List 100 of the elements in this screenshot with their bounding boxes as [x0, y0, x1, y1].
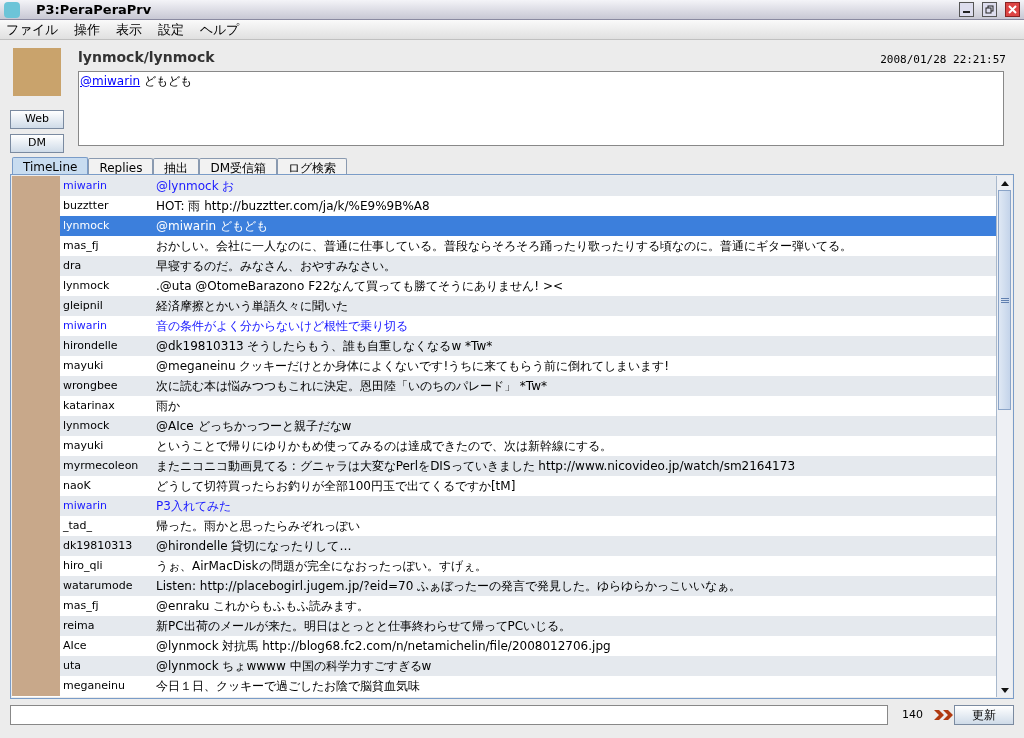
menu-item[interactable]: 操作	[72, 19, 102, 40]
tab[interactable]: TimeLine	[12, 157, 89, 174]
user-name: gleipnil	[62, 297, 104, 314]
tweet-text: 経済摩擦とかいう単語久々に聞いた	[156, 298, 348, 315]
tweet-text: どうして切符買ったらお釣りが全部100円玉で出てくるですか[tM]	[156, 478, 516, 495]
tweet-text: またニコニコ動画見てる : グニャラは大変なPerlをDISっていきました http://www.nicovideo.jp/watch/sm2164173	[156, 458, 796, 475]
user-name: dk19810313	[62, 537, 134, 554]
user-name: mayuki	[62, 357, 105, 374]
scroll-thumb[interactable]	[998, 190, 1011, 410]
user-name: myrmecoleon	[62, 457, 140, 474]
user-name: buzztter	[62, 197, 110, 214]
message-text: どもども	[144, 73, 193, 90]
user-name: lynmock	[62, 417, 111, 434]
tweet-text: 今日１日、クッキーで過ごしたお陰で脳貧血気味	[156, 678, 420, 695]
user-name: _tad_	[62, 517, 94, 534]
char-count: 140	[902, 706, 924, 723]
header-button[interactable]: Web	[10, 110, 64, 129]
tweet-text: 雨か	[156, 398, 180, 415]
tweet-text: P3入れてみた	[156, 498, 231, 515]
timeline-row[interactable]: lynmock @miwarin どもども	[12, 216, 996, 236]
tab[interactable]: Replies	[88, 158, 154, 174]
menu-item[interactable]: ファイル	[4, 19, 60, 40]
tweet-text: @lynmock お	[156, 178, 235, 195]
tab[interactable]: ログ検索	[277, 158, 348, 174]
timeline-row[interactable]: reima 新PC出荷のメールが来た。明日はとっとと仕事終わらせて帰ってPCいじる。	[12, 616, 996, 636]
tweet-text: @lynmock ちょwwww 中国の科学力すごすぎるw	[156, 658, 432, 675]
user-name: miwarin	[62, 317, 109, 334]
timeline-row[interactable]: myrmecoleon またニコニコ動画見てる : グニャラは大変なPerlをDISっていきました http://www.nicovideo.jp/watch/sm2164173	[12, 456, 996, 476]
user-name: meganeinu	[62, 677, 126, 694]
tab[interactable]: 抽出	[153, 158, 200, 174]
tweet-text: Listen: http://placebogirl.jugem.jp/?eid=70 ふぁぼったーの発言で発見した。ゆらゆらかっこいいなぁ。	[156, 578, 742, 595]
restore-button[interactable]	[982, 2, 997, 17]
close-button[interactable]	[1005, 2, 1020, 17]
tweet-text: @dk19810313 そうしたらもう、誰も自重しなくなるw *Tw*	[156, 338, 493, 355]
tweet-text: .@uta @OtomeBarazono F22なんて買っても勝てそうにありません! ><	[156, 278, 564, 295]
tweet-text: @hirondelle 貸切になったりして…	[156, 538, 352, 555]
app-icon	[4, 1, 20, 18]
tweet-text: 帰った。雨かと思ったらみぞれっぽい	[156, 518, 360, 535]
user-name: katarinax	[62, 397, 116, 414]
mention-link[interactable]: @miwarin	[80, 72, 141, 90]
avatar-placeholder	[12, 176, 60, 196]
user-name: dra	[62, 257, 83, 274]
timeline-row[interactable]: gleipnil 経済摩擦とかいう単語久々に聞いた	[12, 296, 996, 316]
user-name: reima	[62, 617, 96, 634]
tweet-text: 音の条件がよく分からないけど根性で乗り切る	[156, 318, 408, 335]
user-name: hiro_qli	[62, 557, 104, 574]
menu-item[interactable]: 設定	[156, 19, 186, 40]
user-name: lynmock	[62, 217, 111, 234]
menu-item[interactable]: ヘルプ	[198, 19, 241, 40]
input-field[interactable]	[10, 705, 888, 725]
user-name: lynmock/lynmock	[78, 48, 215, 67]
tweet-text: 新PC出荷のメールが来た。明日はとっとと仕事終わらせて帰ってPCいじる。	[156, 618, 572, 635]
tweet-text: @meganeinu クッキーだけとか身体によくないです!うちに来てもらう前に倒れてしまいます!	[156, 358, 669, 375]
user-name: mas_fj	[62, 597, 100, 614]
tweet-text: 次に読む本は悩みつつもこれに決定。恩田陸「いのちのパレード」 *Tw*	[156, 378, 547, 395]
tweet-text: @enraku これからもふもふ読みます。	[156, 598, 370, 615]
scroll-down-icon[interactable]	[1000, 687, 1009, 693]
scroll-up-icon[interactable]	[1000, 180, 1009, 186]
user-name: wrongbee	[62, 377, 119, 394]
close-icon	[1008, 5, 1017, 14]
restore-icon	[985, 5, 994, 14]
avatar-placeholder	[13, 48, 61, 96]
scrollbar[interactable]	[996, 176, 1012, 697]
timeline-row[interactable]: dk19810313 @hirondelle 貸切になったりして…	[12, 536, 996, 556]
user-name: mas_fj	[62, 237, 100, 254]
timeline-row[interactable]: hirondelle @dk19810313 そうしたらもう、誰も自重しなくなるw *Tw*	[12, 336, 996, 356]
user-name: AIce	[62, 637, 88, 654]
timeline-row[interactable]: lynmock @AIce どっちかっつーと親子だなw	[12, 416, 996, 436]
user-name: miwarin	[62, 177, 109, 194]
user-name: lynmock	[62, 277, 111, 294]
tweet-text: HOT: 雨 http://buzztter.com/ja/k/%E9%9B%A8	[156, 198, 430, 215]
tweet-text: 早寝するのだ。みなさん、おやすみなさい。	[156, 258, 396, 275]
header-button[interactable]: DM	[10, 134, 64, 153]
timeline-row[interactable]: dra 早寝するのだ。みなさん、おやすみなさい。	[12, 256, 996, 276]
menu-item[interactable]: 表示	[114, 19, 144, 40]
tweet-text: うぉ、AirMacDiskの問題が完全になおったっぽい。すげぇ。	[156, 558, 487, 575]
avatar-placeholder	[12, 676, 60, 696]
tweet-text: おかしい。会社に一人なのに、普通に仕事している。普段ならそろそろ踊ったり歌ったりする頃なのに。普通にギター弾いてる。	[156, 238, 852, 255]
user-name: miwarin	[62, 497, 109, 514]
tweet-text: ということで帰りにゆりかもめ使ってみるのは達成できたので、次は新幹線にする。	[156, 438, 612, 455]
grip-icon	[1000, 297, 1009, 303]
tweet-text: @miwarin どもども	[156, 218, 268, 235]
user-name: hirondelle	[62, 337, 119, 354]
user-name: mayuki	[62, 437, 105, 454]
tweet-text: @AIce どっちかっつーと親子だなw	[156, 418, 352, 435]
timeline-row[interactable]: uta @lynmock ちょwwww 中国の科学力すごすぎるw	[12, 656, 996, 676]
user-name: watarumode	[62, 577, 134, 594]
window-title: P3:PeraPeraPrv	[36, 0, 152, 19]
update-button[interactable]: 更新	[954, 705, 1014, 725]
tweet-text: @lynmock 対抗馬 http://blog68.fc2.com/n/netamichelin/file/2008012706.jpg	[156, 638, 611, 655]
minimize-button[interactable]	[959, 2, 974, 17]
timestamp: 2008/01/28 22:21:57	[880, 51, 1006, 68]
timeline-row[interactable]: miwarin @lynmock お	[12, 176, 996, 196]
chevron-icon	[934, 710, 954, 720]
user-name: uta	[62, 657, 83, 674]
timeline-row[interactable]: watarumode Listen: http://placebogirl.jugem.jp/?eid=70 ふぁぼったーの発言で発見した。ゆらゆらかっこいいなぁ。	[12, 576, 996, 596]
timeline-row[interactable]: wrongbee 次に読む本は悩みつつもこれに決定。恩田陸「いのちのパレード」 *Tw*	[12, 376, 996, 396]
user-name: naoK	[62, 477, 92, 494]
timeline-row[interactable]: miwarin P3入れてみた	[12, 496, 996, 516]
tab[interactable]: DM受信箱	[199, 158, 278, 174]
